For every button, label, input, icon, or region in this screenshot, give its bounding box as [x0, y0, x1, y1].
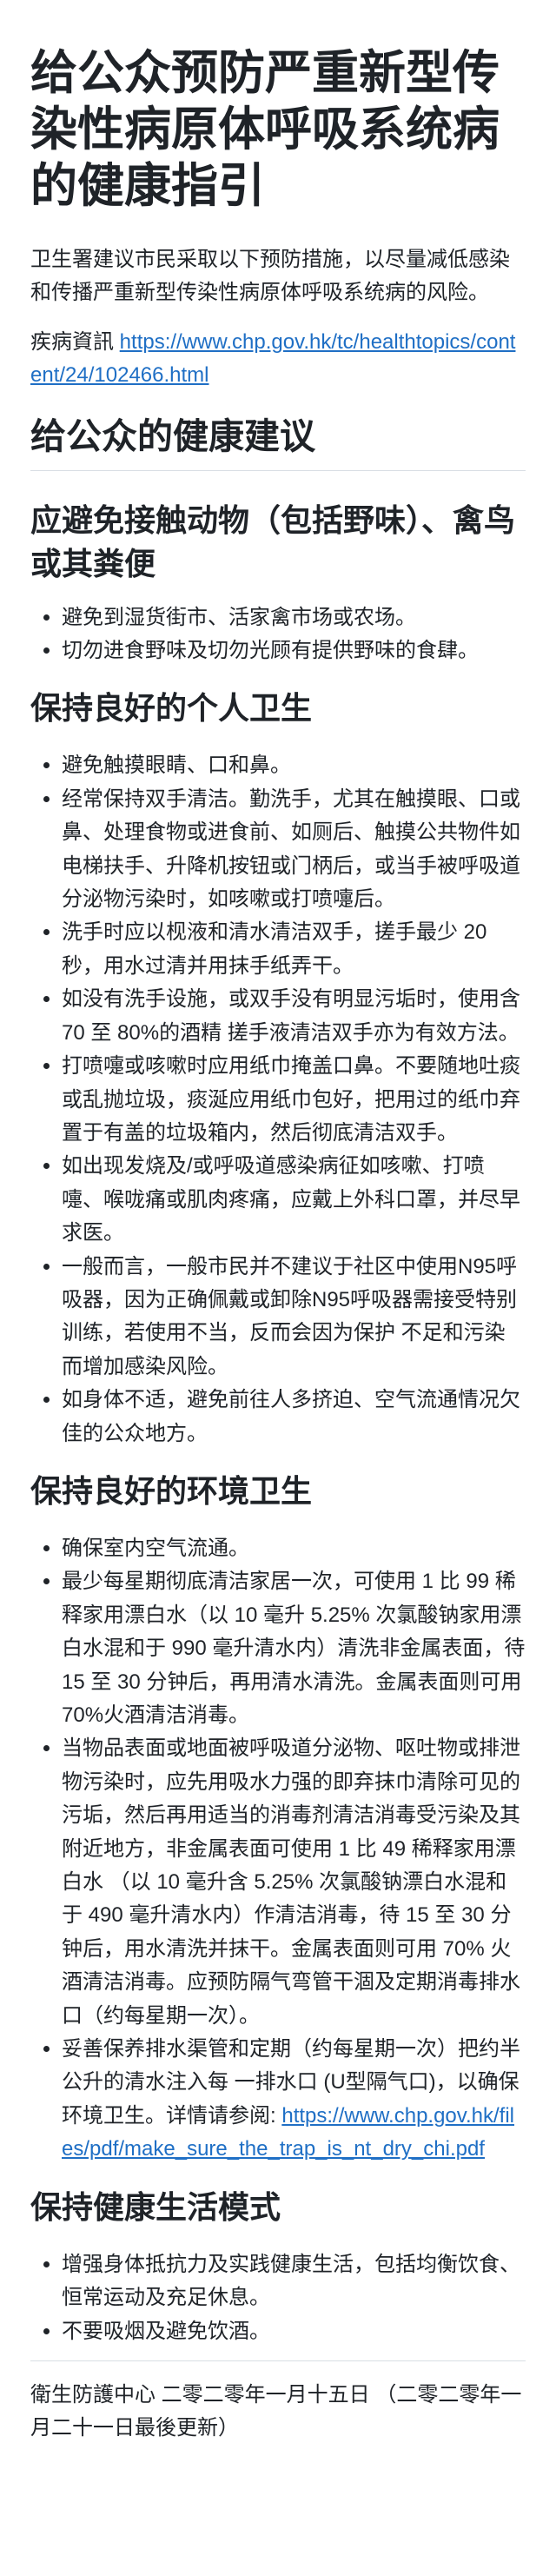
- list-item: 不要吸烟及避免饮酒。: [62, 2315, 526, 2348]
- list-item: 如身体不适，避免前往人多挤迫、空气流通情况欠佳的公众地方。: [62, 1384, 526, 1451]
- section-heading-personal-hygiene: 保持良好的个人卫生: [30, 690, 313, 727]
- page-title: 给公众预防严重新型传染性病原体呼吸系统病的健康指引: [30, 47, 500, 212]
- list-item: 确保室内空气流通。: [62, 1532, 526, 1565]
- intro-paragraph: 卫生署建议市民采取以下预防措施，以尽量减低感染和传播严重新型传染性病原体呼吸系统…: [30, 248, 510, 305]
- section-list-personal-hygiene: 避免触摸眼睛、口和鼻。 经常保持双手清洁。勤洗手，尤其在触摸眼、口或鼻、处理食物…: [30, 749, 526, 1451]
- footer-text: 衛生防護中心 二零二零年一月十五日 （二零二零年一月二十一日最後更新）: [30, 2382, 522, 2440]
- section-heading-healthy-lifestyle: 保持健康生活模式: [30, 2188, 281, 2225]
- section-list-avoid-animals: 避免到湿货街市、活家禽市场或农场。 切勿进食野味及切勿光顾有提供野味的食肆。: [30, 601, 526, 668]
- disease-info-label: 疾病資訊: [30, 329, 114, 354]
- section-heading-environmental-hygiene: 保持良好的环境卫生: [30, 1472, 313, 1509]
- list-item-with-link: 妥善保养排水渠管和定期（约每星期一次）把约半公升的清水注入每 一排水口 (U型隔…: [62, 2033, 526, 2167]
- section-heading-avoid-animals: 应避免接触动物（包括野味）、禽鸟或其粪便: [30, 501, 516, 581]
- list-item: 一般而言，一般市民并不建议于社区中使用N95呼吸器，因为正确佩戴或卸除N95呼吸…: [62, 1251, 526, 1384]
- section-list-environmental-hygiene: 确保室内空气流通。 最少每星期彻底清洁家居一次，可使用 1 比 99 稀释家用漂…: [30, 1532, 526, 2167]
- list-item: 切勿进食野味及切勿光顾有提供野味的食肆。: [62, 634, 526, 667]
- list-item: 增强身体抵抗力及实践健康生活，包括均衡饮食、恒常运动及充足休息。: [62, 2248, 526, 2315]
- list-item: 洗手时应以枧液和清水清洁双手，搓手最少 20 秒，用水过清并用抹手纸弄干。: [62, 916, 526, 983]
- footer-divider: [30, 2360, 526, 2361]
- list-item: 避免触摸眼睛、口和鼻。: [62, 749, 526, 782]
- disease-info-line: 疾病資訊 https://www.chp.gov.hk/tc/healthtop…: [30, 326, 526, 393]
- article: 给公众预防严重新型传染性病原体呼吸系统病的健康指引 卫生署建议市民采取以下预防措…: [0, 0, 556, 2446]
- list-item: 当物品表面或地面被呼吸道分泌物、呕吐物或排泄物污染时，应先用吸水力强的即弃抹巾清…: [62, 1732, 526, 2033]
- list-item: 经常保持双手清洁。勤洗手，尤其在触摸眼、口或鼻、处理食物或进食前、如厕后、触摸公…: [62, 783, 526, 917]
- section-list-healthy-lifestyle: 增强身体抵抗力及实践健康生活，包括均衡饮食、恒常运动及充足休息。 不要吸烟及避免…: [30, 2248, 526, 2348]
- list-item: 打喷嚏或咳嗽时应用纸巾掩盖口鼻。不要随地吐痰或乱抛垃圾，痰涎应用纸巾包好，把用过…: [62, 1050, 526, 1150]
- advice-heading: 给公众的健康建议: [30, 414, 526, 471]
- list-item: 避免到湿货街市、活家禽市场或农场。: [62, 601, 526, 634]
- list-item: 最少每星期彻底清洁家居一次，可使用 1 比 99 稀释家用漂白水（以 10 毫升…: [62, 1565, 526, 1732]
- list-item: 如没有洗手设施，或双手没有明显污垢时，使用含 70 至 80%的酒精 搓手液清洁…: [62, 983, 526, 1050]
- list-item: 如出现发烧及/或呼吸道感染病征如咳嗽、打喷嚏、喉咙痛或肌肉疼痛，应戴上外科口罩，…: [62, 1150, 526, 1250]
